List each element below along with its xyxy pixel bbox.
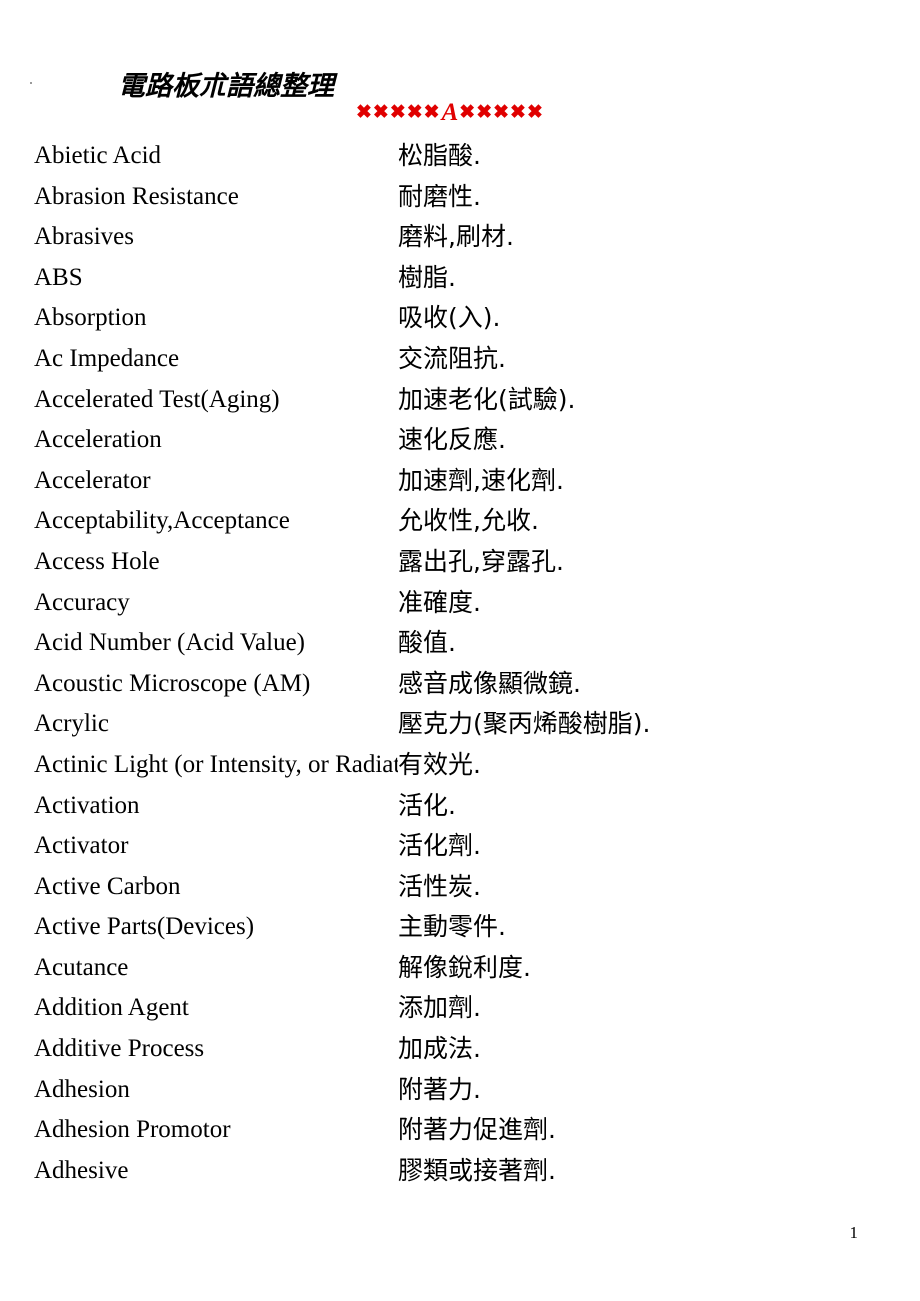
glossary-term: Accuracy [34,588,130,616]
glossary-entry: Additive Process 加成法. [0,1029,920,1070]
glossary-definition: 活化劑. [398,831,481,861]
glossary-definition: 活性炭. [398,871,481,901]
glossary-definition: 附著力. [398,1074,481,1104]
glossary-entry: Acceptability,Acceptance 允收性,允收. [0,501,920,542]
glossary-entry: Absorption 吸收(入). [0,298,920,339]
glossary-definition: 附著力促進劑. [398,1115,556,1145]
glossary-term: Acoustic Microscope (AM) [34,669,311,697]
glossary-definition: 膠類或接著劑. [398,1155,556,1185]
glossary-definition: 酸值. [398,628,456,658]
glossary-term: Active Parts(Devices) [34,913,255,941]
glossary-term: Acceleration [34,426,162,454]
glossary-term: Access Hole [34,547,160,575]
glossary-term: Adhesion Promotor [34,1116,231,1144]
glossary-entry: Active Carbon 活性炭. [0,867,920,908]
glossary-term: Acceptability,Acceptance [34,507,290,535]
glossary-term: Adhesion [34,1075,130,1103]
glossary-term: Accelerator [34,466,151,494]
glossary-entry: Activator 活化劑. [0,826,920,867]
glossary-entry: Addition Agent 添加劑. [0,988,920,1029]
glossary-definition: 有效光. [398,749,481,779]
glossary-entry: Actinic Light (or Intensity, or Radiatio… [0,745,920,786]
glossary-term: Accelerated Test(Aging) [34,385,280,413]
asterisks-left: ✖✖✖✖✖ [356,102,441,123]
glossary-list: Abietic Acid 松脂酸. Abrasion Resistance 耐磨性. A… [0,136,920,1191]
glossary-entry: Acoustic Microscope (AM) 感音成像顯微鏡. [0,664,920,705]
glossary-definition: 吸收(入). [398,303,501,333]
glossary-entry: Activation 活化. [0,786,920,827]
glossary-entry: Acutance 解像銳利度. [0,948,920,989]
glossary-entry: Abrasion Resistance 耐磨性. [0,177,920,218]
glossary-entry: Accuracy 准確度. [0,583,920,624]
glossary-definition: 加成法. [398,1034,481,1064]
glossary-entry: Abietic Acid 松脂酸. [0,136,920,177]
glossary-term: Abietic Acid [34,142,162,169]
glossary-term: Absorption [34,304,147,332]
document-header: 電路板朮語總整理 ✖✖✖✖✖A✖✖✖✖✖ [0,64,920,134]
document-page: 電路板朮語總整理 ✖✖✖✖✖A✖✖✖✖✖ Abietic Acid 松脂酸. Abr… [0,0,920,1301]
glossary-definition: 加速劑,速化劑. [398,465,564,495]
glossary-entry: Adhesion Promotor 附著力促進劑. [0,1110,920,1151]
glossary-term: Ac Impedance [34,344,180,372]
glossary-term: Addition Agent [34,994,189,1022]
glossary-definition: 允收性,允收. [398,506,539,536]
glossary-definition: 耐磨性. [398,181,481,211]
glossary-entry: Acid Number (Acid Value) 酸值. [0,623,920,664]
glossary-definition: 樹脂. [398,262,456,292]
page-number: 1 [849,1223,859,1242]
asterisks-right: ✖✖✖✖✖ [459,102,544,123]
glossary-definition: 磨料,刷材. [398,222,514,252]
glossary-term: Acid Number (Acid Value) [34,629,305,657]
glossary-term: Additive Process [34,1035,205,1063]
glossary-entry: Ac Impedance 交流阻抗. [0,339,920,380]
glossary-entry: Acceleration 速化反應. [0,420,920,461]
glossary-entry: Active Parts(Devices) 主動零件. [0,907,920,948]
glossary-term: Abrasives [34,223,134,251]
glossary-definition: 活化. [398,790,456,820]
glossary-entry: Access Hole 露出孔,穿露孔. [0,542,920,583]
glossary-entry: ABS 樹脂. [0,258,920,299]
page-title: 電路板朮語總整理 [118,71,334,101]
section-letter-marker: ✖✖✖✖✖A✖✖✖✖✖ [356,100,544,125]
glossary-definition: 感音成像顯微鏡. [398,668,581,698]
glossary-term: Acutance [34,953,129,981]
glossary-entry: Acrylic 壓克力(聚丙烯酸樹脂). [0,704,920,745]
glossary-term: Acrylic [34,710,109,738]
glossary-entry: Abrasives 磨料,刷材. [0,217,920,258]
glossary-term: Active Carbon [34,872,181,900]
glossary-definition: 松脂酸. [398,141,481,170]
glossary-entry: Adhesion 附著力. [0,1070,920,1111]
glossary-entry: Accelerator 加速劑,速化劑. [0,461,920,502]
glossary-definition: 解像銳利度. [398,952,531,982]
glossary-entry: Accelerated Test(Aging) 加速老化(試驗). [0,380,920,421]
glossary-entry: Adhesive 膠類或接著劑. [0,1151,920,1192]
glossary-definition: 速化反應. [398,425,506,455]
section-letter: A [441,99,459,126]
glossary-term: Activation [34,791,140,819]
glossary-term: Abrasion Resistance [34,182,239,210]
glossary-term: Activator [34,832,129,860]
glossary-term: ABS [34,263,83,291]
glossary-definition: 添加劑. [398,993,481,1023]
glossary-definition: 加速老化(試驗). [398,384,576,414]
glossary-definition: 壓克力(聚丙烯酸樹脂). [398,709,651,739]
glossary-term: Actinic Light (or Intensity, or Radiatio… [34,750,398,778]
glossary-definition: 交流阻抗. [398,343,506,373]
glossary-definition: 主動零件. [398,912,506,942]
glossary-definition: 露出孔,穿露孔. [398,546,564,576]
glossary-term: Adhesive [34,1156,129,1184]
glossary-definition: 准確度. [398,587,481,617]
